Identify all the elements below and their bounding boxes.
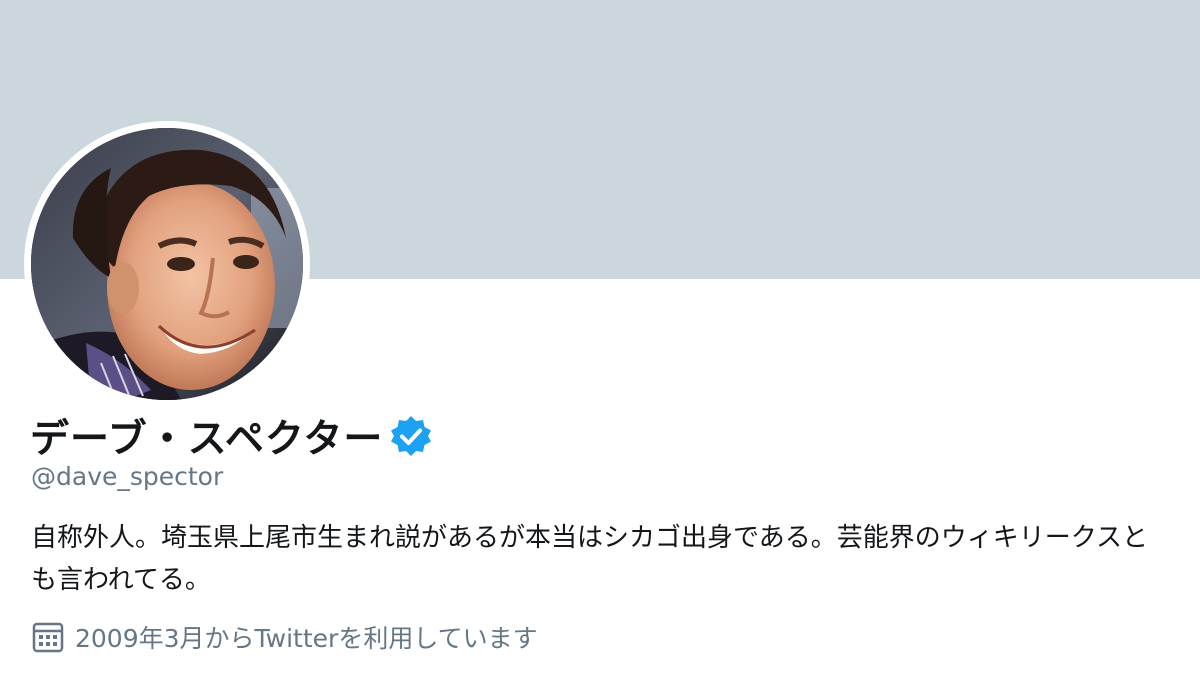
profile-join-date: 2009年3月からTwitterを利用しています xyxy=(31,617,538,657)
profile-name-row: デーブ・スペクター xyxy=(30,408,433,464)
profile-bio: 自称外人。埼玉県上尾市生まれ説があるが本当はシカゴ出身である。芸能界のウィキリー… xyxy=(31,523,1148,595)
profile-header: デーブ・スペクター @dave_spector 自称外人。埼玉県上尾市生まれ説が… xyxy=(0,0,1200,675)
profile-avatar[interactable] xyxy=(31,128,303,400)
profile-display-name[interactable]: デーブ・スペクター xyxy=(30,408,383,464)
profile-avatar-border xyxy=(24,121,310,407)
avatar-photo xyxy=(31,128,303,400)
calendar-icon xyxy=(31,620,65,654)
profile-join-date-text: 2009年3月からTwitterを利用しています xyxy=(75,624,538,653)
verified-badge-icon xyxy=(389,414,433,458)
profile-handle[interactable]: @dave_spector xyxy=(31,462,223,491)
